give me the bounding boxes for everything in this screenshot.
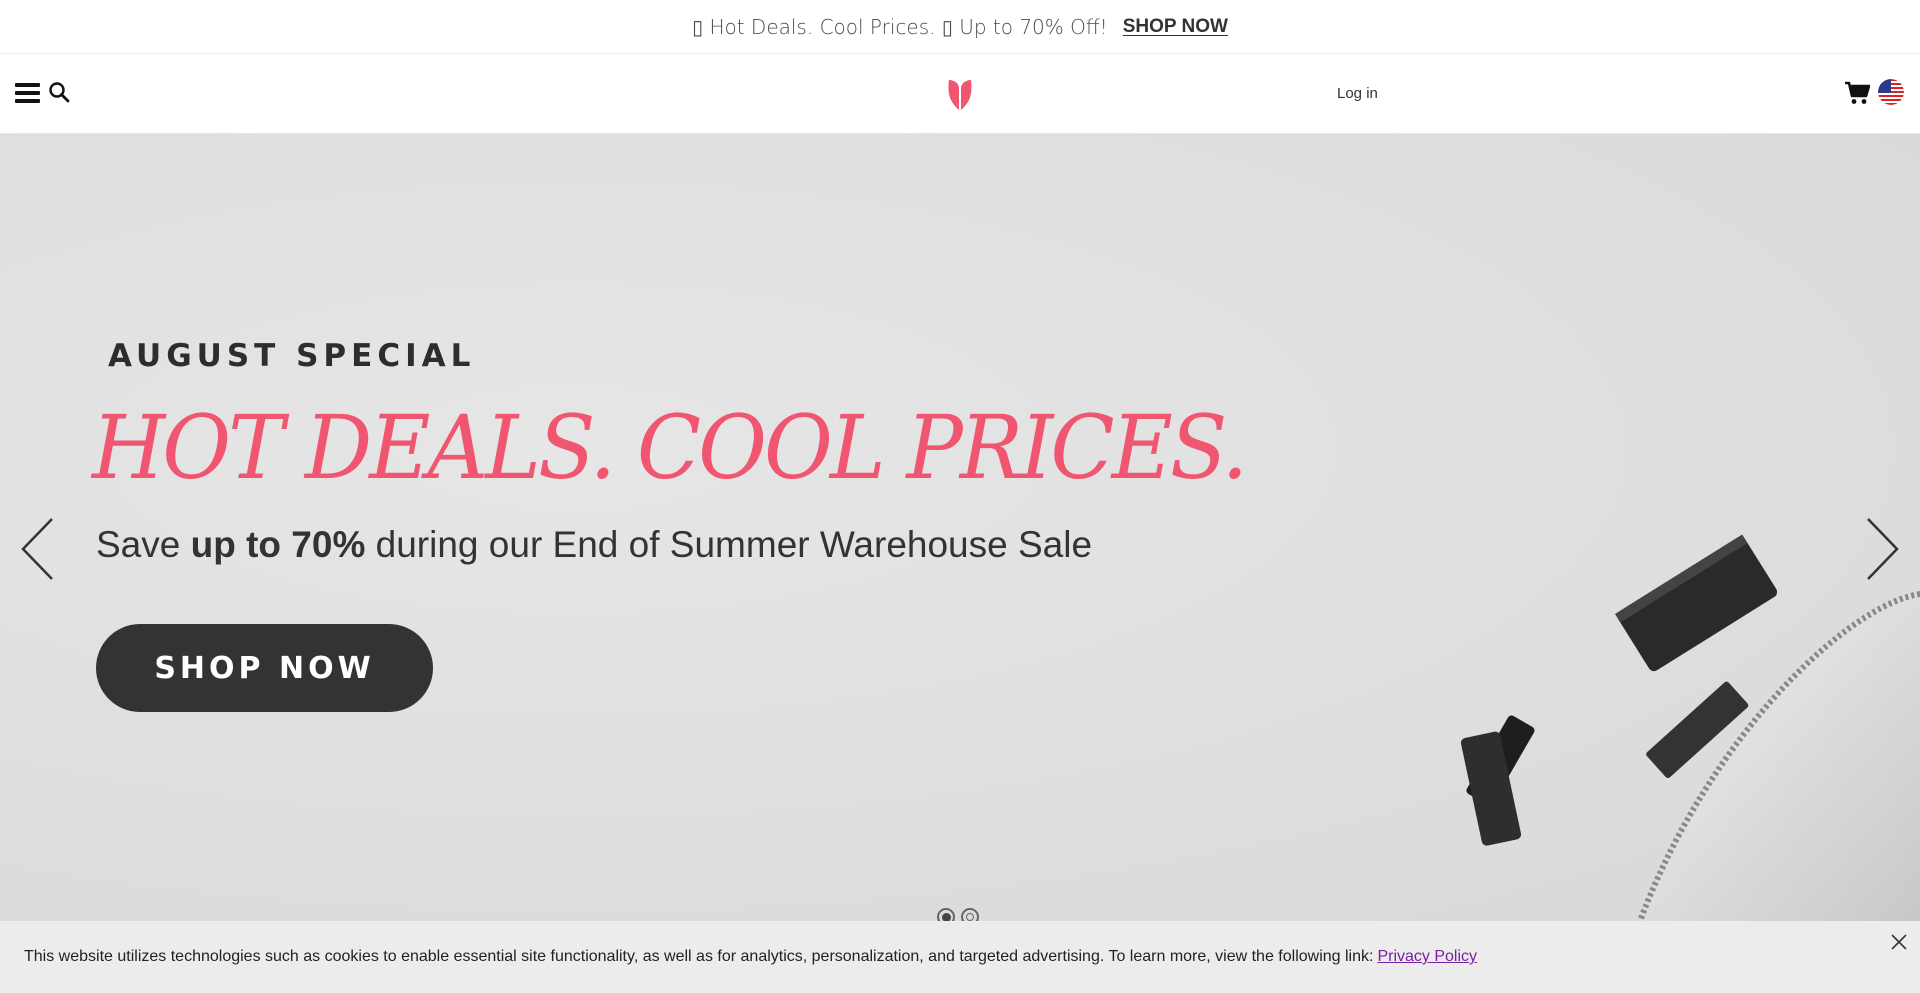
- menu-icon[interactable]: [15, 83, 40, 103]
- carousel-dots: [937, 908, 979, 921]
- login-link[interactable]: Log in: [1337, 85, 1378, 102]
- hero-subtitle-after: during our End of Summer Warehouse Sale: [365, 524, 1093, 565]
- hero-title: HOT DEALS. COOL PRICES.: [92, 396, 1248, 499]
- carousel-next-icon[interactable]: [1862, 516, 1902, 582]
- hero-subtitle: Save up to 70% during our End of Summer …: [96, 524, 1092, 566]
- carousel-prev-icon[interactable]: [18, 516, 58, 582]
- hero-banner: AUGUST SPECIAL HOT DEALS. COOL PRICES. S…: [0, 134, 1920, 921]
- hero-shop-now-button[interactable]: SHOP NOW: [96, 624, 433, 712]
- hero-subtitle-before: Save: [96, 524, 191, 565]
- cookie-text: This website utilizes technologies such …: [24, 948, 1374, 965]
- cookie-banner: This website utilizes technologies such …: [0, 921, 1920, 993]
- cart-icon[interactable]: [1844, 80, 1870, 106]
- promo-bar: ▯ Hot Deals. Cool Prices. ▯ Up to 70% Of…: [0, 0, 1920, 54]
- hero-eyebrow: AUGUST SPECIAL: [108, 338, 476, 374]
- site-header: Log in: [0, 54, 1920, 134]
- promo-text: ▯ Hot Deals. Cool Prices. ▯ Up to 70% Of…: [692, 14, 1108, 39]
- close-icon[interactable]: [1890, 933, 1908, 951]
- privacy-policy-link[interactable]: Privacy Policy: [1377, 948, 1477, 966]
- hero-subtitle-bold: up to 70%: [190, 524, 366, 565]
- search-icon[interactable]: [48, 81, 70, 103]
- carousel-dot-2[interactable]: [961, 908, 979, 921]
- carousel-dot-1[interactable]: [937, 908, 955, 921]
- promo-shop-now-link[interactable]: SHOP NOW: [1123, 16, 1228, 38]
- younique-logo[interactable]: [946, 78, 974, 112]
- us-flag-icon[interactable]: [1878, 79, 1904, 105]
- hero-product-image: [1460, 534, 1920, 921]
